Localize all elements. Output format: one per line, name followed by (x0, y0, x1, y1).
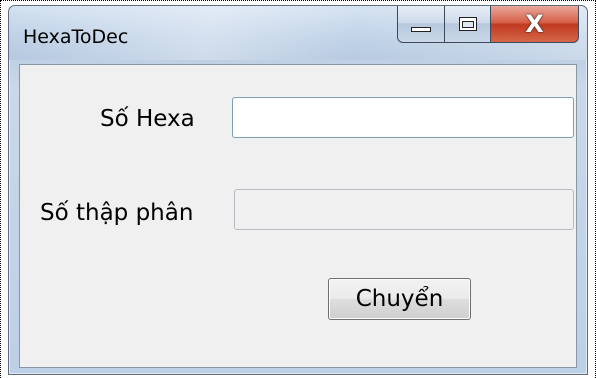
close-button[interactable]: X (491, 6, 579, 43)
decimal-output-box (234, 189, 574, 230)
screenshot-top-border (0, 0, 596, 1)
decimal-output (235, 190, 573, 229)
minimize-icon (411, 26, 431, 32)
form-client-area: Số Hexa Số thập phân Chuyển (19, 64, 577, 368)
screenshot-left-border (0, 0, 1, 378)
app-window: HexaToDec X Số Hexa Số thập phân Chuyển (8, 5, 588, 375)
hexa-label: Số Hexa (100, 106, 195, 132)
convert-button[interactable]: Chuyển (328, 278, 471, 320)
minimize-button[interactable] (397, 6, 445, 43)
maximize-icon (458, 17, 477, 31)
hexa-input-box[interactable] (232, 97, 574, 138)
hexa-input[interactable] (233, 98, 573, 137)
caption-buttons: X (397, 6, 579, 44)
maximize-button[interactable] (445, 6, 491, 43)
window-title: HexaToDec (23, 26, 129, 48)
decimal-label: Số thập phân (40, 200, 194, 226)
close-icon: X (525, 10, 544, 38)
